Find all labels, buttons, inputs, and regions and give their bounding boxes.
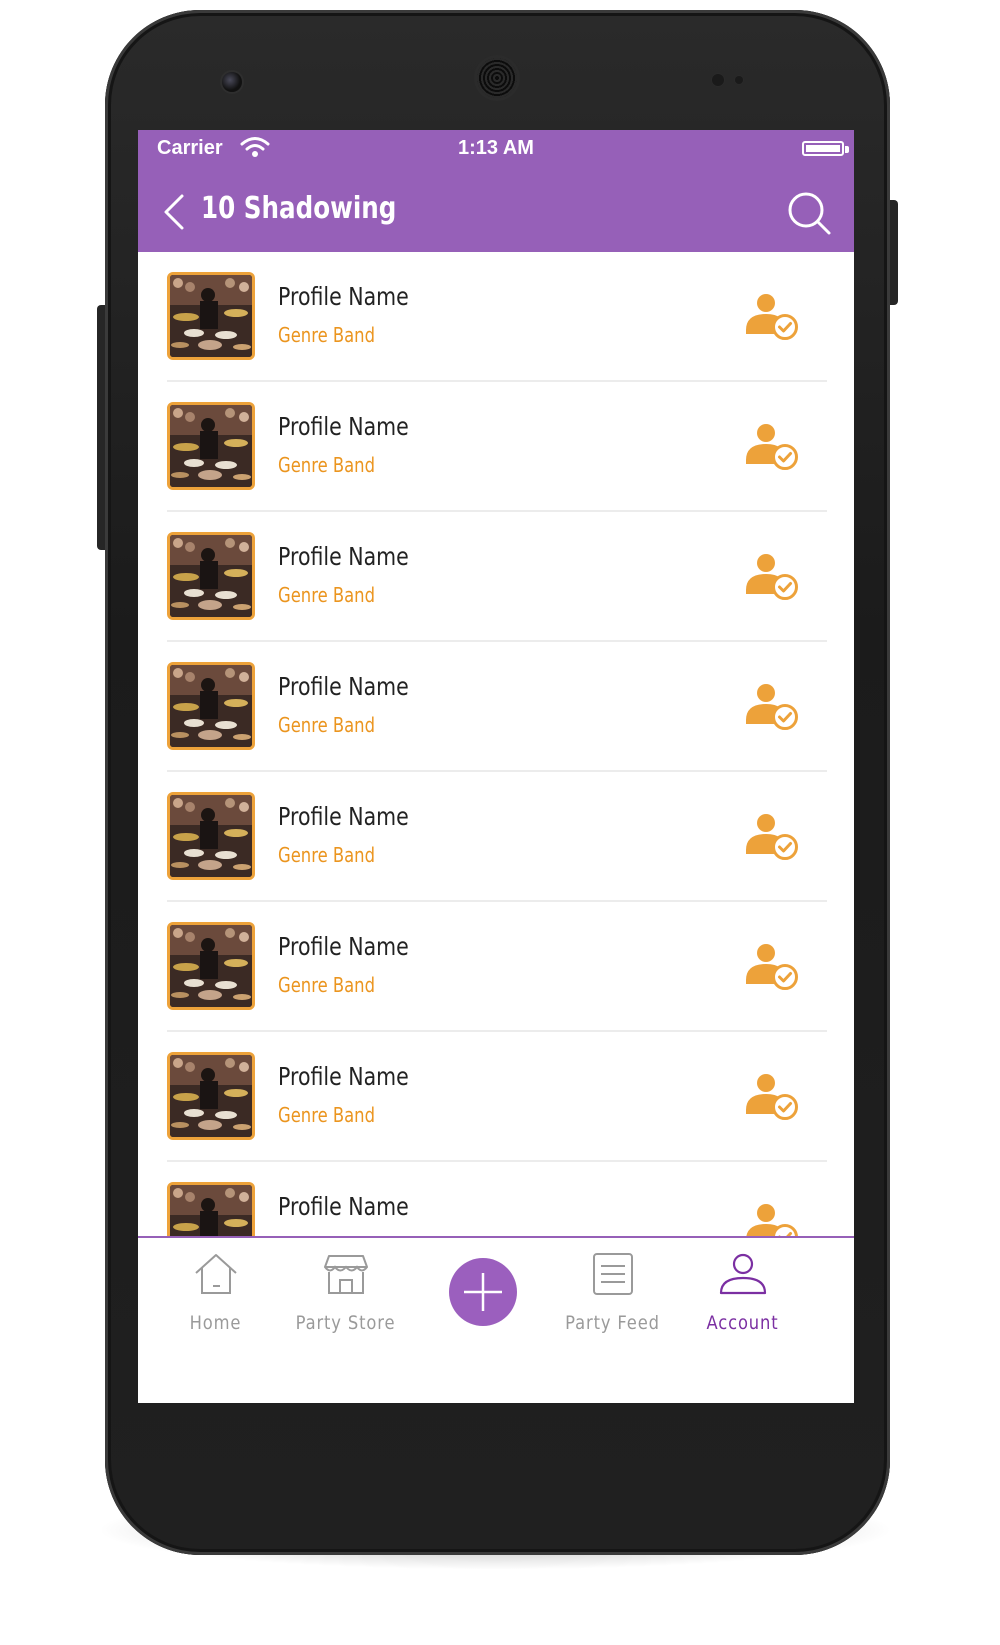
profile-genre: Genre Band — [278, 713, 375, 737]
navigation-bar: 10 Shadowing — [138, 170, 854, 252]
light-sensor — [735, 76, 743, 84]
app-screen: Carrier 1:13 AM 10 Shadowing Profile Nam… — [138, 130, 854, 1403]
band-photo — [170, 275, 252, 357]
profile-name: Profile Name — [278, 802, 409, 831]
tab-party-store-label: Party Store — [295, 1312, 396, 1334]
following-check-icon[interactable] — [744, 682, 800, 732]
band-photo — [170, 405, 252, 487]
tab-home[interactable]: Home — [148, 1238, 283, 1343]
profile-name: Profile Name — [278, 412, 409, 441]
profile-genre: Genre Band — [278, 583, 375, 607]
tab-account[interactable]: Account — [675, 1238, 810, 1343]
profile-genre: Genre Band — [278, 1103, 375, 1127]
profile-name: Profile Name — [278, 1192, 409, 1221]
clock: 1:13 AM — [458, 137, 534, 159]
avatar[interactable] — [167, 1052, 255, 1140]
chevron-left-icon[interactable] — [160, 192, 190, 232]
band-photo — [170, 925, 252, 1007]
list-item[interactable]: Profile Name Genre Band — [138, 512, 854, 642]
tab-home-label: Home — [189, 1312, 242, 1334]
following-check-icon[interactable] — [744, 1072, 800, 1122]
home-icon — [194, 1254, 237, 1294]
page-title: 10 Shadowing — [201, 191, 397, 226]
following-check-icon[interactable] — [744, 292, 800, 342]
profile-genre: Genre Band — [278, 323, 375, 347]
profile-name: Profile Name — [278, 672, 409, 701]
following-check-icon[interactable] — [744, 552, 800, 602]
proximity-sensor — [712, 74, 724, 86]
profile-name: Profile Name — [278, 542, 409, 571]
list-item[interactable]: Profile Name Genre Band — [138, 382, 854, 512]
band-photo — [170, 535, 252, 617]
list-item[interactable]: Profile Name Genre Band — [138, 902, 854, 1032]
avatar[interactable] — [167, 272, 255, 360]
profile-name: Profile Name — [278, 282, 409, 311]
tab-account-label: Account — [706, 1312, 779, 1334]
profile-list: Profile Name Genre Band Profile Name Gen… — [138, 252, 854, 1267]
avatar[interactable] — [167, 532, 255, 620]
profile-genre: Genre Band — [278, 843, 375, 867]
following-check-icon[interactable] — [744, 812, 800, 862]
account-icon — [719, 1253, 766, 1295]
status-bar: Carrier 1:13 AM — [138, 130, 854, 170]
following-check-icon[interactable] — [744, 942, 800, 992]
avatar[interactable] — [167, 402, 255, 490]
profile-name: Profile Name — [278, 932, 409, 961]
profile-name: Profile Name — [278, 1062, 409, 1091]
band-photo — [170, 1055, 252, 1137]
front-camera — [222, 72, 242, 92]
avatar[interactable] — [167, 922, 255, 1010]
battery-tip — [845, 146, 849, 153]
band-photo — [170, 665, 252, 747]
add-button[interactable] — [449, 1258, 517, 1326]
avatar[interactable] — [167, 792, 255, 880]
avatar[interactable] — [167, 662, 255, 750]
list-item[interactable]: Profile Name Genre Band — [138, 252, 854, 382]
search-icon[interactable] — [786, 190, 832, 236]
tab-bar: Home Party Store Party Feed Account — [138, 1236, 854, 1343]
tab-party-store[interactable]: Party Store — [278, 1238, 413, 1343]
list-item[interactable]: Profile Name Genre Band — [138, 772, 854, 902]
tab-party-feed[interactable]: Party Feed — [545, 1238, 680, 1343]
earpiece-speaker — [477, 58, 517, 98]
profile-genre: Genre Band — [278, 973, 375, 997]
band-photo — [170, 795, 252, 877]
battery-icon — [802, 141, 844, 156]
tab-party-feed-label: Party Feed — [565, 1312, 660, 1334]
list-item[interactable]: Profile Name Genre Band — [138, 642, 854, 772]
profile-genre: Genre Band — [278, 453, 375, 477]
list-item[interactable]: Profile Name Genre Band — [138, 1032, 854, 1162]
following-check-icon[interactable] — [744, 422, 800, 472]
feed-icon — [592, 1253, 633, 1295]
store-icon — [323, 1255, 368, 1294]
plus-icon — [464, 1273, 502, 1311]
